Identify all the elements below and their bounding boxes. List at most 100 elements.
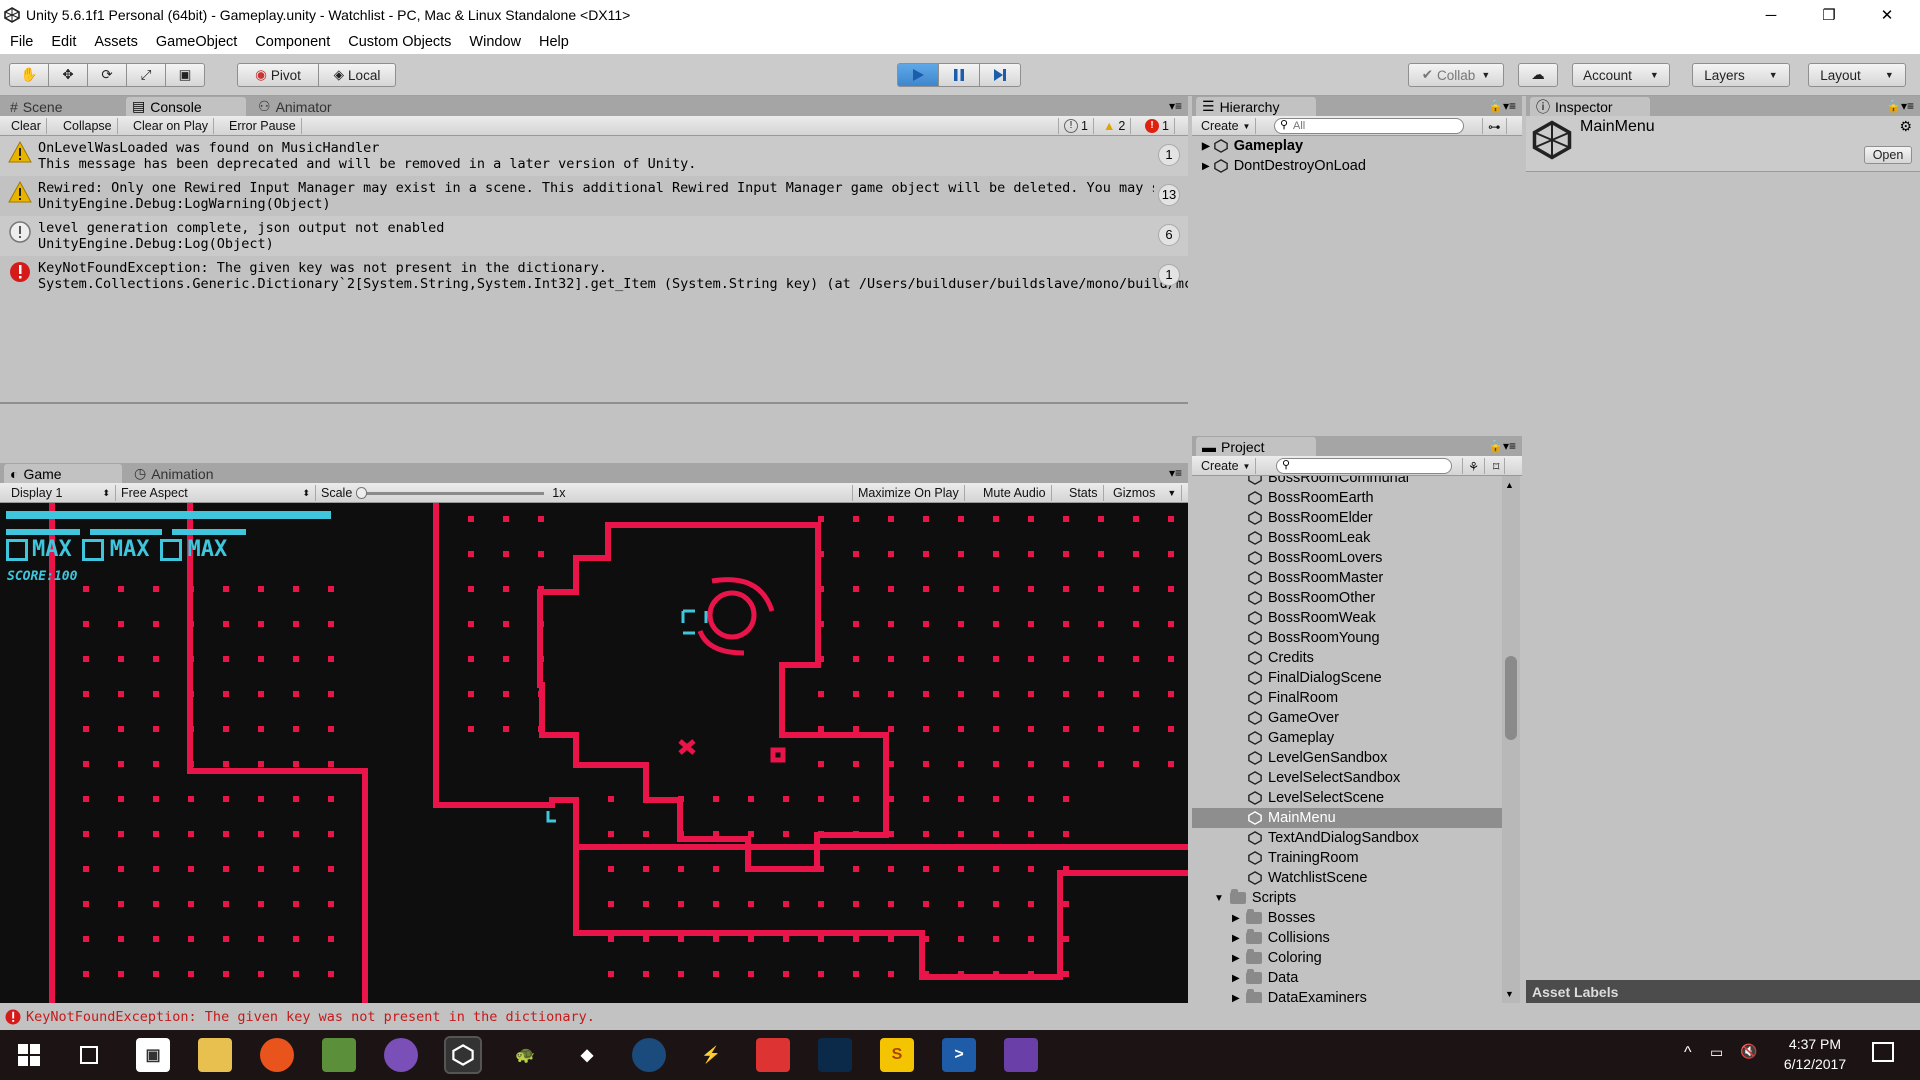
tortoise-icon[interactable]: 🐢 <box>508 1038 542 1072</box>
menu-gameobject[interactable]: GameObject <box>156 34 237 50</box>
hand-tool-button[interactable]: ✋ <box>9 63 49 87</box>
project-scene-item[interactable]: LevelSelectScene <box>1248 788 1502 808</box>
project-tree[interactable]: BossRoomCommunal BossRoomEarth BossRoomE… <box>1192 476 1502 1003</box>
tab-animator[interactable]: ⚇ Animator <box>252 97 372 116</box>
panel-menu-icon[interactable]: 🔒▾≡ <box>1488 439 1516 453</box>
rotate-tool-button[interactable]: ⟳ <box>87 63 127 87</box>
clear-button[interactable]: Clear <box>6 118 47 134</box>
aspect-dropdown[interactable]: Free Aspect ⬍ <box>116 485 316 501</box>
project-scene-item[interactable]: BossRoomEarth <box>1248 488 1502 508</box>
display-dropdown[interactable]: Display 1 ⬍ <box>6 485 116 501</box>
project-scene-item[interactable]: BossRoomElder <box>1248 508 1502 528</box>
menu-window[interactable]: Window <box>469 34 521 50</box>
log-entry[interactable]: level generation complete, json output n… <box>0 216 1188 256</box>
log-entry[interactable]: KeyNotFoundException: The given key was … <box>0 256 1188 296</box>
rect-tool-button[interactable]: ▣ <box>165 63 205 87</box>
project-scene-item[interactable]: Gameplay <box>1248 728 1502 748</box>
menu-help[interactable]: Help <box>539 34 569 50</box>
search-by-type-button[interactable]: ⚘ <box>1462 458 1486 474</box>
project-scene-item[interactable]: TextAndDialogSandbox <box>1248 828 1502 848</box>
project-folder-item[interactable]: ▶ Data <box>1232 968 1502 988</box>
hierarchy-item-scene[interactable]: ▶ DontDestroyOnLoad <box>1202 156 1512 176</box>
pause-button[interactable] <box>938 63 980 87</box>
notification-icon[interactable] <box>1872 1042 1894 1062</box>
unity-icon[interactable] <box>444 1036 482 1074</box>
log-entry[interactable]: OnLevelWasLoaded was found on MusicHandl… <box>0 136 1188 176</box>
flash-icon[interactable]: ⚡ <box>694 1038 728 1072</box>
panel-menu-icon[interactable]: ▾≡ <box>1169 99 1182 113</box>
clock-time[interactable]: 4:37 PM <box>1778 1036 1852 1052</box>
warning-filter-toggle[interactable]: ▲ 2 <box>1098 118 1132 134</box>
create-dropdown[interactable]: Create ▼ <box>1196 118 1257 134</box>
scale-slider[interactable] <box>356 486 545 499</box>
close-button[interactable]: ✕ <box>1858 0 1916 30</box>
project-scene-item[interactable]: FinalDialogScene <box>1248 668 1502 688</box>
error-filter-toggle[interactable]: ! 1 <box>1140 118 1175 134</box>
steam-icon[interactable] <box>632 1038 666 1072</box>
project-scene-item[interactable]: FinalRoom <box>1248 688 1502 708</box>
log-entry[interactable]: Rewired: Only one Rewired Input Manager … <box>0 176 1188 216</box>
create-dropdown[interactable]: Create ▼ <box>1196 458 1257 474</box>
filter-button[interactable]: ⊶ <box>1482 118 1507 134</box>
inkscape-icon[interactable]: ◆ <box>570 1038 604 1072</box>
project-scrollbar[interactable]: ▲ ▼ <box>1502 476 1520 1003</box>
account-dropdown[interactable]: Account ▼ <box>1572 63 1670 87</box>
menu-assets[interactable]: Assets <box>94 34 138 50</box>
scale-tool-button[interactable]: ⤢ <box>126 63 166 87</box>
project-scene-item[interactable]: BossRoomMaster <box>1248 568 1502 588</box>
hierarchy-search-input[interactable] <box>1274 118 1464 134</box>
project-scene-item[interactable]: BossRoomWeak <box>1248 608 1502 628</box>
console-log-list[interactable]: OnLevelWasLoaded was found on MusicHandl… <box>0 136 1188 459</box>
open-button[interactable]: Open <box>1864 146 1912 164</box>
hierarchy-item-scene[interactable]: ▶ Gameplay <box>1202 136 1512 156</box>
windows-start-icon[interactable] <box>12 1038 46 1072</box>
tab-project[interactable]: ▬ Project <box>1196 437 1316 456</box>
collapse-button[interactable]: Collapse <box>58 118 118 134</box>
project-folder-item[interactable]: ▶ DataExaminers <box>1232 988 1502 1003</box>
project-scene-item-selected[interactable]: MainMenu <box>1192 808 1502 828</box>
scroll-up-icon[interactable]: ▲ <box>1505 480 1514 490</box>
visual-studio-icon[interactable] <box>1004 1038 1038 1072</box>
task-view-icon[interactable] <box>72 1038 106 1072</box>
gizmos-dropdown[interactable]: Gizmos ▼ <box>1108 485 1183 501</box>
tab-game[interactable]: ◐ Game <box>4 464 122 483</box>
play-button[interactable] <box>897 63 939 87</box>
project-scene-item[interactable]: BossRoomYoung <box>1248 628 1502 648</box>
panel-menu-icon[interactable]: 🔒▾≡ <box>1488 99 1516 113</box>
step-button[interactable] <box>979 63 1021 87</box>
mute-audio-toggle[interactable]: Mute Audio <box>978 485 1052 501</box>
photoshop-icon[interactable] <box>818 1038 852 1072</box>
error-pause-button[interactable]: Error Pause <box>224 118 302 134</box>
menu-file[interactable]: File <box>10 34 33 50</box>
tab-hierarchy[interactable]: ☰ Hierarchy <box>1196 97 1316 116</box>
layers-dropdown[interactable]: Layers ▼ <box>1692 63 1790 87</box>
info-filter-toggle[interactable]: ! 1 <box>1058 118 1094 134</box>
cloud-button[interactable]: ☁ <box>1518 63 1558 87</box>
minecraft-icon[interactable] <box>322 1038 356 1072</box>
skype-icon[interactable]: S <box>880 1038 914 1072</box>
game-viewport[interactable]: MAX MAX MAX SCORE:100 <box>0 503 1188 1003</box>
powershell-icon[interactable]: > <box>942 1038 976 1072</box>
collab-dropdown[interactable]: ✔ Collab ▼ <box>1408 63 1504 87</box>
chevron-up-icon[interactable]: ^ <box>1684 1044 1692 1062</box>
gear-icon[interactable]: ⚙ <box>1899 118 1912 135</box>
scrollbar-thumb[interactable] <box>1505 656 1517 740</box>
maximize-button[interactable]: ❐ <box>1800 0 1858 30</box>
scroll-down-icon[interactable]: ▼ <box>1505 989 1514 999</box>
battery-icon[interactable]: ▭ <box>1710 1044 1723 1061</box>
project-scene-item[interactable]: BossRoomLovers <box>1248 548 1502 568</box>
stats-toggle[interactable]: Stats <box>1064 485 1104 501</box>
search-by-label-button[interactable]: ⌑ <box>1488 458 1506 474</box>
twitch-icon[interactable]: ▣ <box>136 1038 170 1072</box>
menu-edit[interactable]: Edit <box>51 34 76 50</box>
project-scene-item[interactable]: TrainingRoom <box>1248 848 1502 868</box>
clock-date[interactable]: 6/12/2017 <box>1778 1056 1852 1072</box>
move-tool-button[interactable]: ✥ <box>48 63 88 87</box>
project-folder-item[interactable]: ▼ Scripts <box>1214 888 1502 908</box>
project-scene-item[interactable]: LevelSelectSandbox <box>1248 768 1502 788</box>
console-splitter[interactable] <box>0 402 1188 404</box>
project-folder-item[interactable]: ▶ Bosses <box>1232 908 1502 928</box>
firefox-icon[interactable] <box>260 1038 294 1072</box>
tab-animation[interactable]: ◷ Animation <box>128 464 258 483</box>
menu-component[interactable]: Component <box>255 34 330 50</box>
